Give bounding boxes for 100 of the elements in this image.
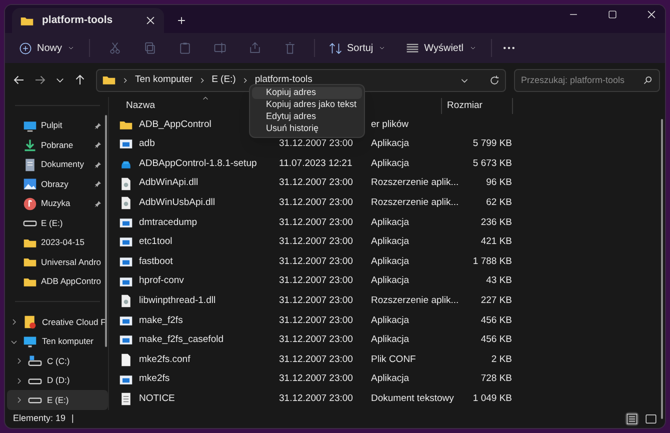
- clipboard-icon[interactable]: [178, 41, 192, 55]
- maximize-icon[interactable]: [607, 9, 618, 20]
- file-name[interactable]: hprof-conv: [139, 274, 184, 289]
- scissors-icon[interactable]: [108, 41, 122, 55]
- sort-icon: [329, 42, 342, 54]
- table-cell-text: Plik CONF: [371, 352, 417, 367]
- menu-item[interactable]: Edytuj adres: [252, 111, 362, 123]
- sidebar-item[interactable]: 2023-04-15: [7, 232, 108, 252]
- table-cell-text: 31.12.2007 23:00: [279, 333, 354, 348]
- column-header[interactable]: Rozmiar: [442, 98, 512, 114]
- sidebar-item[interactable]: Obrazy: [7, 174, 108, 194]
- caret-icon: [378, 44, 386, 52]
- drive-icon: [28, 354, 42, 368]
- file-name[interactable]: mke2fs: [139, 372, 170, 387]
- table-cell-text: 31.12.2007 23:00: [279, 294, 354, 308]
- table-cell-text: Aplikacja: [371, 156, 410, 171]
- sort-caret-icon: [201, 95, 210, 102]
- file-name[interactable]: adb: [139, 137, 155, 152]
- file-name[interactable]: make_f2fs: [139, 314, 183, 328]
- tree-item[interactable]: C (C:): [7, 351, 108, 371]
- scrollbar[interactable]: [661, 119, 663, 419]
- plus-icon[interactable]: [176, 15, 187, 26]
- table-cell-text: Aplikacja: [371, 274, 410, 288]
- table-cell-text: Aplikacja: [371, 314, 410, 328]
- sidebar-item[interactable]: Universal Andro: [7, 252, 108, 272]
- sidebar-item[interactable]: Dokumenty: [7, 154, 108, 174]
- table-cell-text: 5 799 KB: [472, 137, 512, 152]
- tree-item[interactable]: Ten komputer: [7, 332, 108, 352]
- chevron-right-icon[interactable]: [15, 396, 23, 404]
- window-icon: [119, 372, 133, 387]
- new-button[interactable]: Nowy: [15, 36, 80, 60]
- menu-item[interactable]: Kopiuj adres jako tekst: [252, 99, 362, 111]
- table-cell: Rozszerzenie aplik...: [371, 294, 459, 308]
- breadcrumb[interactable]: E (E:): [212, 72, 236, 88]
- chevron-right-icon[interactable]: [15, 376, 23, 385]
- table-cell-text: 31.12.2007 23:00: [279, 392, 354, 406]
- copy-icon[interactable]: [142, 41, 157, 55]
- window-icon: [119, 254, 133, 269]
- chevron-right-icon[interactable]: [15, 357, 23, 366]
- share-icon[interactable]: [248, 41, 262, 55]
- close-icon[interactable]: [646, 9, 657, 20]
- chevron-right-icon[interactable]: [10, 318, 18, 326]
- sidebar-item[interactable]: Muzyka: [7, 194, 108, 214]
- scrollbar[interactable]: [105, 115, 107, 347]
- table-cell-text: 31.12.2007 23:00: [279, 216, 354, 230]
- trash-icon[interactable]: [282, 41, 297, 55]
- file-icon: [119, 352, 133, 367]
- table-cell-text: Aplikacja: [371, 333, 410, 348]
- sort-button[interactable]: Sortuj: [325, 36, 390, 60]
- file-name[interactable]: make_f2fs_casefold: [139, 333, 224, 348]
- file-name[interactable]: ADBAppControl-1.8.1-setup: [139, 156, 257, 172]
- tree-item[interactable]: D (D:): [7, 370, 108, 390]
- file-name[interactable]: ADB_AppControl: [139, 118, 212, 132]
- breadcrumb[interactable]: Ten komputer: [135, 72, 193, 88]
- column-header[interactable]: Nazwa: [119, 98, 156, 114]
- back-arrow-icon[interactable]: [13, 74, 25, 86]
- file-name[interactable]: etc1tool: [139, 235, 172, 250]
- table-cell-text: 421 KB: [480, 235, 512, 250]
- cloud-file-icon: [23, 315, 37, 330]
- view-button[interactable]: Wyświetl: [402, 36, 480, 60]
- caret-icon: [67, 44, 76, 52]
- table-cell-text: Aplikacja: [371, 254, 410, 269]
- item-count: Elementy: 19: [13, 412, 66, 426]
- refresh-icon[interactable]: [489, 74, 500, 86]
- forward-arrow-icon[interactable]: [34, 74, 46, 86]
- table-cell-text: 43 KB: [485, 274, 512, 288]
- up-arrow-icon[interactable]: [74, 74, 86, 86]
- sidebar-item[interactable]: Pobrane: [7, 135, 108, 155]
- table-cell-text: 96 KB: [485, 176, 512, 190]
- file-name[interactable]: AdbWinUsbApi.dll: [139, 196, 216, 210]
- tiles-view-icon[interactable]: [645, 413, 657, 425]
- breadcrumb[interactable]: platform-tools: [254, 72, 312, 88]
- tree-item[interactable]: E (E:): [7, 390, 108, 410]
- file-name[interactable]: AdbWinApi.dll: [139, 176, 198, 191]
- details-view-icon[interactable]: [626, 413, 638, 425]
- table-cell: Rozszerzenie aplik...: [371, 196, 459, 210]
- monitor-icon: [23, 118, 37, 133]
- list-icon: [406, 42, 420, 54]
- window-icon: [119, 137, 133, 152]
- table-cell-text: 31.12.2007 23:00: [279, 254, 354, 269]
- table-cell-text: er plików: [371, 118, 410, 132]
- sidebar-item[interactable]: E (E:): [7, 213, 108, 233]
- close-icon[interactable]: [145, 15, 156, 26]
- table-cell-text: 236 KB: [480, 216, 512, 230]
- chevron-right-icon: [122, 76, 129, 84]
- file-name[interactable]: NOTICE: [139, 392, 175, 406]
- file-name[interactable]: dmtracedump: [139, 216, 198, 230]
- menu-item[interactable]: Kopiuj adres: [252, 87, 362, 99]
- menu-item[interactable]: Usuń historię: [252, 123, 362, 135]
- file-name[interactable]: libwinpthread-1.dll: [139, 294, 216, 308]
- document-icon: [23, 158, 37, 172]
- picture-icon: [23, 177, 37, 192]
- sidebar-item[interactable]: ADB AppContro: [7, 272, 108, 292]
- computer-icon: [23, 334, 37, 349]
- search-field[interactable]: Przeszukaj: platform-tools: [514, 68, 660, 92]
- sidebar-item[interactable]: Pulpit: [7, 116, 108, 136]
- tab[interactable]: platform-tools: [12, 8, 164, 33]
- file-name[interactable]: mke2fs.conf: [139, 352, 190, 368]
- table-cell-text: 31.12.2007 23:00: [279, 235, 354, 250]
- file-name[interactable]: fastboot: [139, 254, 173, 270]
